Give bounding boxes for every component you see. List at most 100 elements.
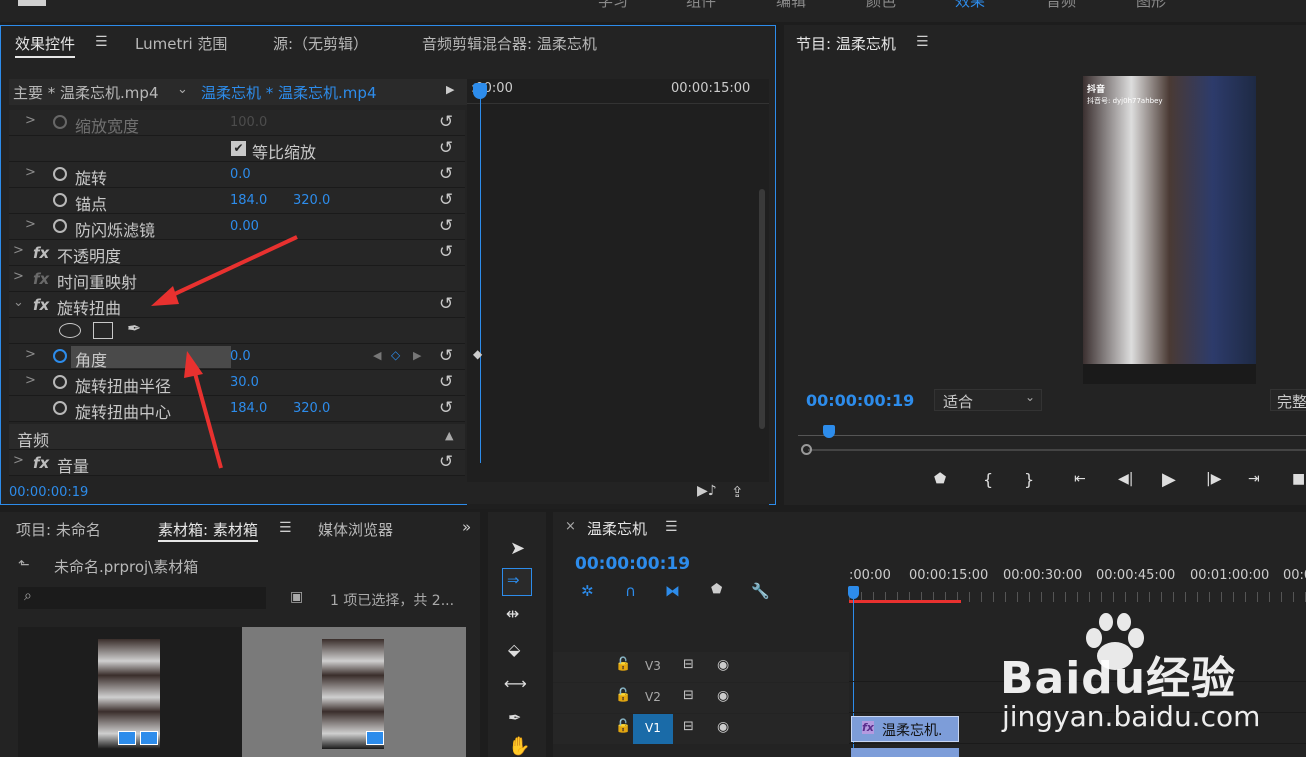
- project-panel: 项目: 未命名 素材箱: 素材箱 ☰ 媒体浏览器 » ⬑ 未命名.prproj\…: [0, 512, 480, 757]
- bin-path: 未命名.prproj\素材箱: [54, 558, 199, 576]
- track-target-v1[interactable]: V1: [633, 714, 673, 744]
- razor-icon[interactable]: ⬙: [508, 640, 520, 659]
- video-strip-1: [1083, 76, 1256, 172]
- eye-icon[interactable]: ◉: [717, 688, 729, 704]
- mark-in-icon[interactable]: {: [983, 470, 993, 489]
- tab-media-browser[interactable]: 媒体浏览器: [318, 519, 393, 540]
- timeline-playhead[interactable]: [848, 586, 859, 599]
- video-brand-text: 抖音: [1087, 85, 1106, 95]
- selection-status: 1 项已选择，共 2...: [330, 593, 455, 609]
- lock-icon[interactable]: 🔓: [615, 688, 631, 703]
- sequence-icon: [118, 731, 136, 745]
- hand-icon[interactable]: ✋: [508, 736, 530, 757]
- linked-selection-icon[interactable]: ⧓: [665, 582, 680, 600]
- program-scroll-handle[interactable]: [801, 444, 812, 455]
- play-icon[interactable]: ▶: [1162, 469, 1176, 490]
- sequence-timecode[interactable]: 00:00:00:19: [575, 554, 690, 574]
- go-to-out-icon[interactable]: ⇥: [1248, 471, 1260, 487]
- video-strip-2: [1083, 172, 1256, 268]
- ruler-label: 00:00:45:00: [1096, 568, 1176, 583]
- workspace-tab-effects[interactable]: 效果: [955, 0, 985, 11]
- add-marker-icon[interactable]: ⬟: [934, 471, 946, 487]
- track-header: 🔓 V2 ⊟ ◉: [553, 683, 849, 713]
- panel-menu-icon[interactable]: ☰: [916, 34, 929, 50]
- snap-icon[interactable]: ✲: [581, 582, 594, 600]
- ruler-label: 00:01:00:00: [1190, 568, 1270, 583]
- program-title[interactable]: 节目: 温柔忘机: [796, 33, 896, 54]
- timeline-clip[interactable]: fx 温柔忘机.: [851, 716, 959, 742]
- ripple-edit-icon[interactable]: ⇹: [506, 604, 519, 623]
- go-to-in-icon[interactable]: ⇤: [1074, 471, 1086, 487]
- step-forward-icon[interactable]: |▶: [1206, 471, 1221, 487]
- track-label: V3: [645, 659, 661, 673]
- bin-item-clip[interactable]: [242, 627, 466, 757]
- workspace-tab-learn[interactable]: 学习: [598, 0, 628, 11]
- workspace-tab-assembly[interactable]: 组件: [686, 0, 716, 11]
- program-ruler[interactable]: [798, 435, 1306, 436]
- fit-dropdown[interactable]: 适合 ⌄: [934, 389, 1042, 411]
- audio-clip[interactable]: [851, 748, 959, 757]
- more-panels-icon[interactable]: »: [462, 518, 471, 536]
- new-bin-icon[interactable]: ▣: [290, 589, 303, 605]
- clip-name: 温柔忘机.: [882, 723, 943, 739]
- mark-out-icon[interactable]: }: [1024, 470, 1034, 489]
- watermark-brand: Baidu经验: [1000, 653, 1237, 704]
- track-header: 🔓 V1 ⊟ ◉: [553, 714, 849, 744]
- render-bar: [849, 600, 961, 603]
- sync-lock-icon[interactable]: ⊟: [683, 719, 694, 734]
- tools-panel: ➤ ⇒ ⇹ ⬙ ⟷ ✒ ✋: [488, 512, 546, 757]
- eye-icon[interactable]: ◉: [717, 657, 729, 673]
- video-id-text: 抖音号: dyj0h77ahbey: [1087, 97, 1163, 105]
- ruler-label: 00:0: [1283, 568, 1306, 583]
- panel-menu-icon[interactable]: ☰: [279, 520, 292, 536]
- tab-bin[interactable]: 素材箱: 素材箱: [158, 519, 258, 542]
- workspace-tab-graphics[interactable]: 图形: [1136, 0, 1166, 11]
- program-timecode[interactable]: 00:00:00:19: [806, 391, 914, 410]
- audio-icon: [140, 731, 158, 745]
- sequence-title[interactable]: 温柔忘机: [587, 518, 647, 539]
- panel-menu-icon[interactable]: ☰: [665, 519, 678, 535]
- sync-lock-icon[interactable]: ⊟: [683, 657, 694, 672]
- workspace-tab-color[interactable]: 颜色: [866, 0, 896, 11]
- arrow-head-twirl: [151, 286, 179, 306]
- magnet-icon[interactable]: ∩: [625, 582, 636, 600]
- lock-icon[interactable]: 🔓: [615, 719, 631, 734]
- search-icon: ⌕: [24, 588, 32, 604]
- track-select-tool[interactable]: ⇒: [502, 568, 532, 596]
- program-scroll[interactable]: [808, 449, 1306, 451]
- track-label: V2: [645, 690, 661, 704]
- program-monitor: 节目: 温柔忘机 ☰ 抖音 抖音号: dyj0h77ahbey 00:00:00…: [784, 25, 1306, 505]
- lift-icon[interactable]: ■: [1292, 471, 1305, 487]
- add-marker-icon[interactable]: ⬟: [711, 582, 722, 597]
- bin-item-sequence[interactable]: [18, 627, 242, 757]
- baidu-watermark: Baidu经验 jingyan.baidu.com: [990, 612, 1306, 742]
- ruler-label: 00:00:30:00: [1003, 568, 1083, 583]
- video-frame[interactable]: 抖音 抖音号: dyj0h77ahbey: [1083, 76, 1256, 384]
- lock-icon[interactable]: 🔓: [615, 657, 631, 672]
- eye-icon[interactable]: ◉: [717, 719, 729, 735]
- close-icon[interactable]: ×: [565, 519, 576, 534]
- selection-tool-icon[interactable]: ➤: [510, 538, 525, 559]
- step-back-icon[interactable]: ◀|: [1118, 471, 1133, 487]
- program-playhead[interactable]: [823, 425, 835, 438]
- fit-value: 适合: [943, 393, 974, 411]
- pen-icon[interactable]: ✒: [508, 708, 521, 727]
- search-input[interactable]: ⌕: [18, 587, 266, 609]
- workspace-tab-edit[interactable]: 编辑: [776, 0, 806, 11]
- resolution-value: 完整: [1277, 393, 1306, 411]
- folder-up-icon[interactable]: ⬑: [18, 557, 30, 573]
- effect-controls-panel: 效果控件 ☰ Lumetri 范围 源:（无剪辑） 音频剪辑混合器: 温柔忘机 …: [0, 25, 776, 509]
- tab-project[interactable]: 项目: 未命名: [16, 519, 101, 540]
- track-select-icon: ⇒: [507, 571, 520, 589]
- track-label: V1: [645, 721, 661, 735]
- resolution-dropdown[interactable]: 完整: [1270, 389, 1306, 411]
- fx-badge: fx: [862, 721, 874, 734]
- workspace-bar: 学习 组件 编辑 颜色 效果 音频 图形: [0, 0, 1306, 22]
- annotation-arrows: [151, 235, 298, 469]
- wrench-icon[interactable]: 🔧: [751, 582, 770, 600]
- workspace-tab-audio[interactable]: 音频: [1046, 0, 1076, 11]
- slip-icon[interactable]: ⟷: [504, 674, 527, 693]
- sync-lock-icon[interactable]: ⊟: [683, 688, 694, 703]
- app-logo: [18, 0, 46, 6]
- arrow-to-angle: [191, 365, 223, 469]
